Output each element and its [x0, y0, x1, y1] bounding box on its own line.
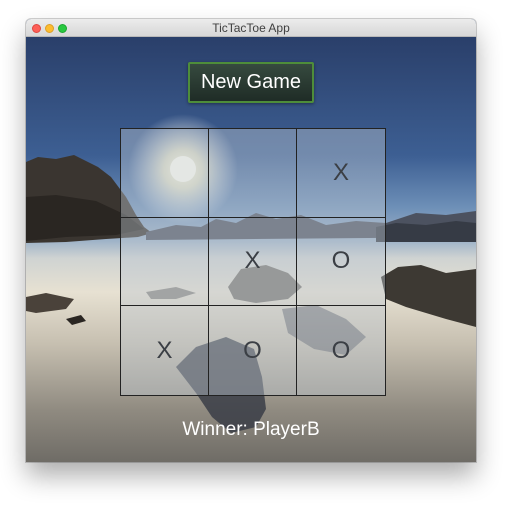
close-window-icon[interactable] — [32, 24, 41, 33]
board-cell-1[interactable] — [121, 129, 209, 218]
board-cell-2[interactable] — [209, 129, 297, 218]
board-cell-4[interactable] — [121, 217, 209, 307]
maximize-window-icon[interactable] — [58, 24, 67, 33]
app-window: TicTacToe App New Game X X O X O O Winne… — [26, 19, 476, 462]
board-cell-8[interactable]: O — [209, 306, 297, 395]
board-cell-3[interactable]: X — [297, 129, 385, 218]
background-photo: New Game X X O X O O Winner: PlayerB — [26, 37, 476, 462]
board-cell-6[interactable]: O — [297, 217, 385, 307]
winner-status: Winner: PlayerB — [182, 419, 320, 440]
board-cell-9[interactable]: O — [297, 306, 385, 395]
minimize-window-icon[interactable] — [45, 24, 54, 33]
game-board: X X O X O O — [120, 128, 386, 396]
board-cell-5[interactable]: X — [209, 217, 297, 307]
title-bar[interactable]: TicTacToe App — [26, 19, 476, 37]
new-game-button[interactable]: New Game — [188, 62, 314, 103]
window-title: TicTacToe App — [212, 21, 290, 35]
board-cell-7[interactable]: X — [121, 306, 209, 395]
